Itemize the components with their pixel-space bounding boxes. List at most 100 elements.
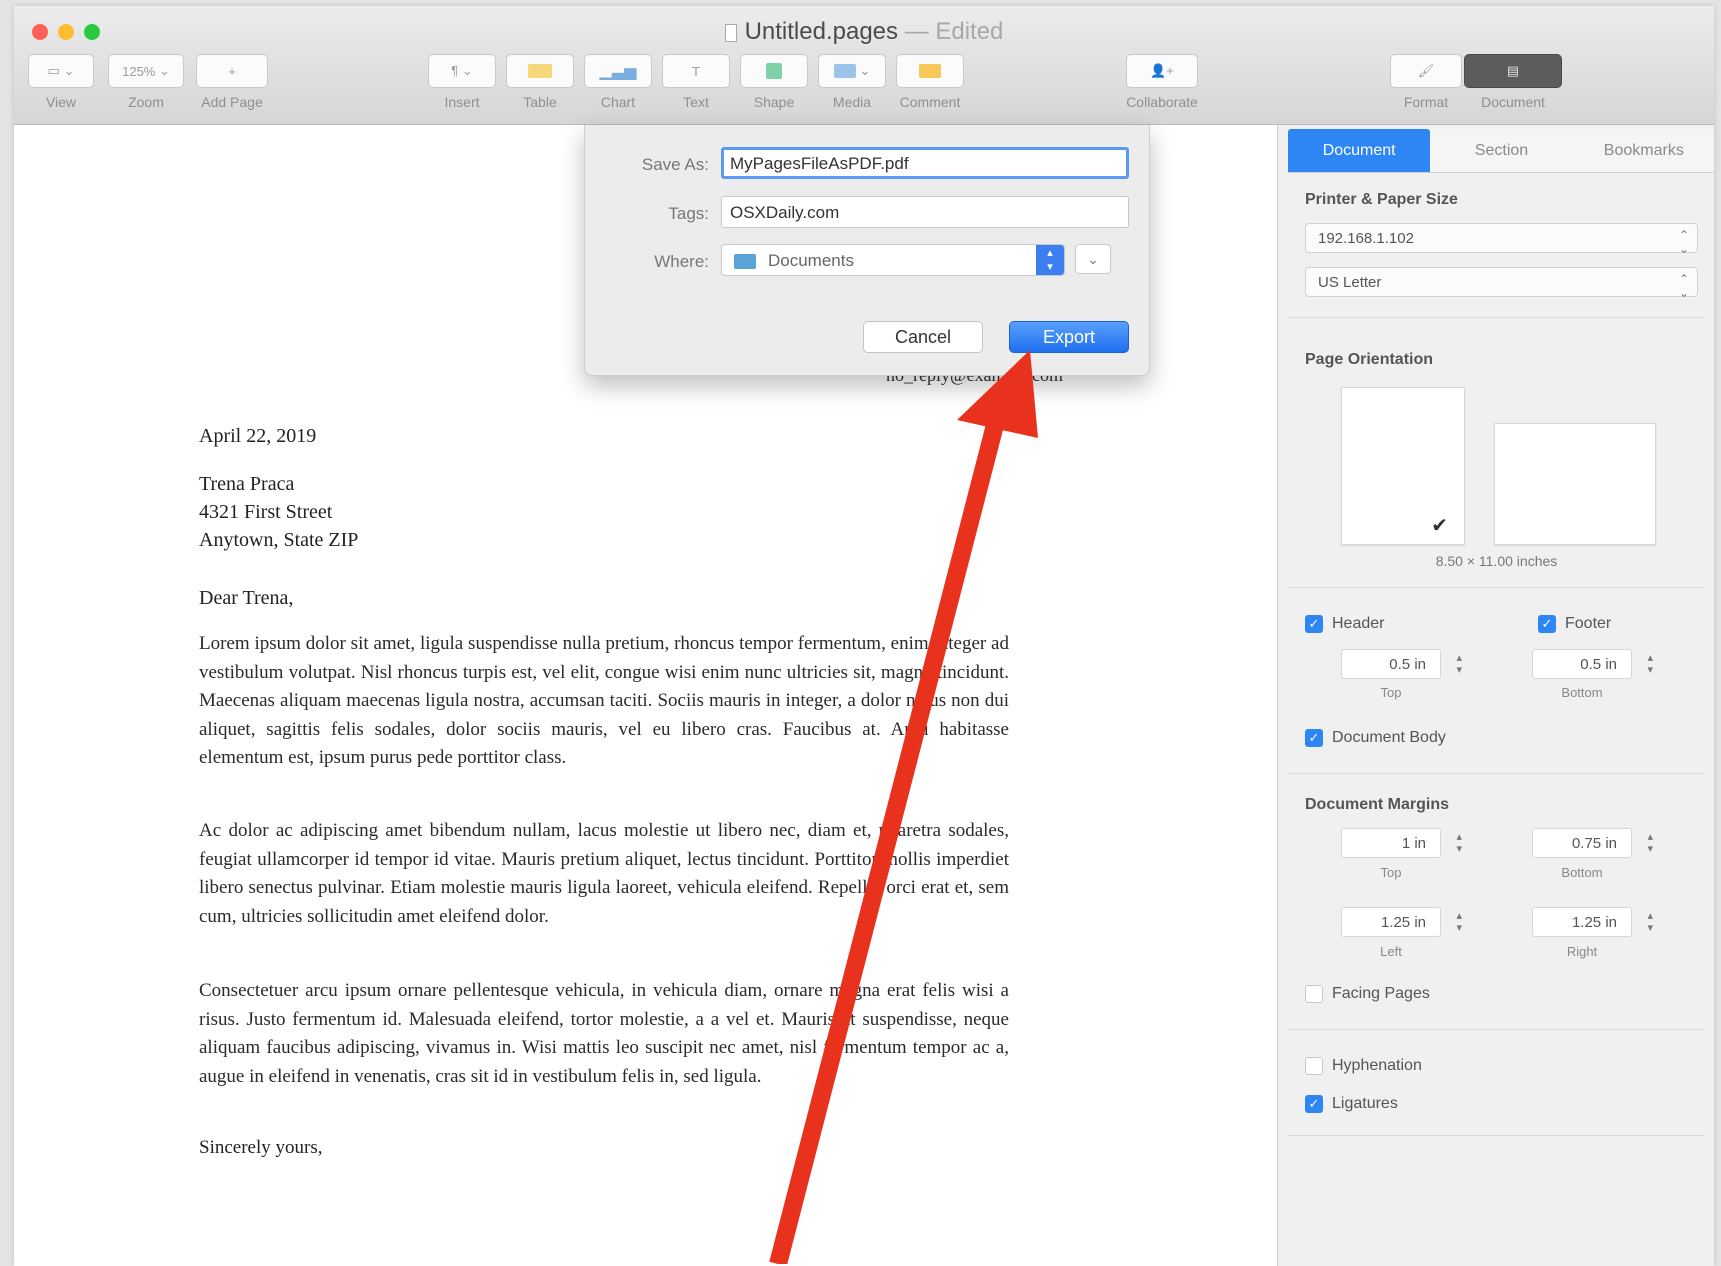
toolbar-label: Add Page bbox=[201, 94, 263, 110]
where-row: Where: Documents ▴ ▾ ⌄ bbox=[585, 244, 1149, 280]
hyphenation-checkbox[interactable]: Hyphenation bbox=[1305, 1057, 1422, 1075]
letter-closing: Sincerely yours, bbox=[199, 1137, 323, 1158]
toolbar-label: Text bbox=[683, 94, 709, 110]
edited-status: — Edited bbox=[904, 18, 1004, 45]
facing-pages-label: Facing Pages bbox=[1332, 985, 1430, 1002]
stepper-arrows-icon[interactable]: ▴ ▾ bbox=[1456, 831, 1462, 855]
recipient-street: 4321 First Street bbox=[199, 501, 333, 523]
margin-left-value: 1.25 in bbox=[1380, 914, 1426, 931]
paper-value: US Letter bbox=[1318, 274, 1382, 291]
toolbar-label: Media bbox=[832, 94, 872, 110]
toolbar-format[interactable]: 🖌 Format bbox=[1390, 54, 1462, 110]
cancel-button[interactable]: Cancel bbox=[863, 321, 983, 353]
toolbar-label: View bbox=[45, 94, 77, 110]
toolbar-chart[interactable]: ▁▃▅ Chart bbox=[584, 54, 652, 110]
where-popup[interactable]: Documents ▴ ▾ bbox=[721, 244, 1065, 276]
divider bbox=[1288, 1135, 1705, 1136]
comment-icon[interactable] bbox=[896, 54, 964, 88]
media-icon[interactable]: ⌄ bbox=[818, 54, 886, 88]
chevron-updown-icon: ⌃ ⌄ bbox=[1678, 272, 1689, 300]
zoom-value: 125% bbox=[122, 63, 156, 79]
toolbar-label: Zoom bbox=[128, 94, 164, 110]
tags-input[interactable]: OSXDaily.com bbox=[721, 196, 1129, 228]
stepper-arrows-icon[interactable]: ▴ ▾ bbox=[1647, 652, 1653, 676]
toolbar-text[interactable]: T Text bbox=[662, 54, 730, 110]
toolbar-collaborate[interactable]: 👤+ Collaborate bbox=[1126, 54, 1198, 110]
pages-window: Untitled.pages — Edited ▭ ⌄ View 125% ⌄ … bbox=[14, 6, 1714, 1266]
header-stepper[interactable]: 0.5 in ▴ ▾ bbox=[1341, 649, 1462, 679]
ligatures-checkbox[interactable]: ✓ Ligatures bbox=[1305, 1095, 1398, 1113]
margin-bottom-value: 0.75 in bbox=[1571, 835, 1617, 852]
popup-arrows-icon: ▴ ▾ bbox=[1036, 245, 1064, 275]
toolbar: Untitled.pages — Edited ▭ ⌄ View 125% ⌄ … bbox=[14, 6, 1714, 125]
toolbar-zoom[interactable]: 125% ⌄ Zoom bbox=[108, 54, 184, 110]
margin-right-value: 1.25 in bbox=[1571, 914, 1617, 931]
document-inspector: Document Section Bookmarks Printer & Pap… bbox=[1277, 125, 1714, 1266]
chart-icon[interactable]: ▁▃▅ bbox=[584, 54, 652, 88]
window-title: Untitled.pages — Edited bbox=[14, 18, 1714, 46]
stepper-arrows-icon[interactable]: ▴ ▾ bbox=[1456, 652, 1462, 676]
checkbox-unchecked-icon bbox=[1305, 1057, 1323, 1075]
margin-right-stepper[interactable]: 1.25 in ▴ ▾ bbox=[1532, 907, 1653, 937]
document-proxy-icon[interactable] bbox=[724, 23, 737, 42]
save-as-input[interactable]: MyPagesFileAsPDF.pdf bbox=[721, 147, 1129, 179]
toolbar-media[interactable]: ⌄ Media bbox=[818, 54, 886, 110]
hyphenation-label: Hyphenation bbox=[1332, 1057, 1422, 1074]
footer-stepper[interactable]: 0.5 in ▴ ▾ bbox=[1532, 649, 1653, 679]
header-value: 0.5 in bbox=[1389, 656, 1426, 673]
recipient-name: Trena Praca bbox=[199, 473, 295, 495]
tab-section[interactable]: Section bbox=[1430, 129, 1573, 173]
header-checkbox[interactable]: ✓ Header bbox=[1305, 615, 1384, 633]
checkmark-icon: ✔ bbox=[1431, 515, 1448, 537]
paper-size-select[interactable]: US Letter ⌃ ⌄ bbox=[1305, 267, 1698, 300]
text-icon[interactable]: T bbox=[662, 54, 730, 88]
margin-left-stepper[interactable]: 1.25 in ▴ ▾ bbox=[1341, 907, 1462, 937]
letter-paragraph: Lorem ipsum dolor sit amet, ligula suspe… bbox=[199, 633, 1009, 768]
toolbar-view[interactable]: ▭ ⌄ View bbox=[28, 54, 94, 110]
export-button[interactable]: Export bbox=[1009, 321, 1129, 353]
chevron-updown-icon: ⌃ ⌄ bbox=[1678, 228, 1689, 256]
paragraph-icon[interactable]: ¶ ⌄ bbox=[428, 54, 496, 88]
divider bbox=[1288, 1029, 1705, 1030]
top-caption: Top bbox=[1380, 865, 1402, 880]
stepper-arrows-icon[interactable]: ▴ ▾ bbox=[1456, 910, 1462, 934]
facing-pages-checkbox[interactable]: Facing Pages bbox=[1305, 985, 1430, 1003]
printer-select[interactable]: 192.168.1.102 ⌃ ⌄ bbox=[1305, 223, 1698, 256]
checkbox-checked-icon: ✓ bbox=[1305, 1095, 1323, 1113]
stepper-arrows-icon[interactable]: ▴ ▾ bbox=[1647, 831, 1653, 855]
margin-bottom-stepper[interactable]: 0.75 in ▴ ▾ bbox=[1532, 828, 1653, 858]
view-icon[interactable]: ▭ ⌄ bbox=[28, 54, 94, 88]
table-icon[interactable] bbox=[506, 54, 574, 88]
left-caption: Left bbox=[1380, 944, 1402, 959]
plus-icon[interactable]: + bbox=[196, 54, 268, 88]
zoom-select[interactable]: 125% ⌄ bbox=[108, 54, 184, 88]
toolbar-comment[interactable]: Comment bbox=[896, 54, 964, 110]
toolbar-insert[interactable]: ¶ ⌄ Insert bbox=[428, 54, 496, 110]
stepper-arrows-icon[interactable]: ▴ ▾ bbox=[1647, 910, 1653, 934]
toolbar-label: Chart bbox=[600, 94, 636, 110]
header-label: Header bbox=[1332, 615, 1385, 632]
divider bbox=[1288, 587, 1705, 588]
toolbar-document[interactable]: ▤ Document bbox=[1464, 54, 1562, 110]
toolbar-add-page[interactable]: + Add Page bbox=[196, 54, 268, 110]
collaborate-icon[interactable]: 👤+ bbox=[1126, 54, 1198, 88]
tags-label: Tags: bbox=[668, 204, 709, 223]
toolbar-table[interactable]: Table bbox=[506, 54, 574, 110]
toolbar-shape[interactable]: Shape bbox=[740, 54, 808, 110]
format-icon[interactable]: 🖌 bbox=[1390, 54, 1462, 88]
checkbox-checked-icon: ✓ bbox=[1305, 729, 1323, 747]
footer-checkbox[interactable]: ✓ Footer bbox=[1538, 615, 1611, 633]
checkbox-checked-icon: ✓ bbox=[1305, 615, 1323, 633]
landscape-option[interactable] bbox=[1494, 423, 1656, 545]
document-body-checkbox[interactable]: ✓ Document Body bbox=[1305, 729, 1446, 747]
expand-dialog-button[interactable]: ⌄ bbox=[1075, 244, 1111, 274]
portrait-option[interactable]: ✔ bbox=[1341, 387, 1465, 545]
document-icon[interactable]: ▤ bbox=[1464, 54, 1562, 88]
tab-bookmarks[interactable]: Bookmarks bbox=[1572, 129, 1714, 173]
toolbar-label: Insert bbox=[444, 94, 480, 110]
where-label: Where: bbox=[654, 252, 709, 271]
margin-top-stepper[interactable]: 1 in ▴ ▾ bbox=[1341, 828, 1462, 858]
shape-icon[interactable] bbox=[740, 54, 808, 88]
tab-document[interactable]: Document bbox=[1288, 129, 1431, 173]
document-margins-title: Document Margins bbox=[1305, 796, 1450, 813]
